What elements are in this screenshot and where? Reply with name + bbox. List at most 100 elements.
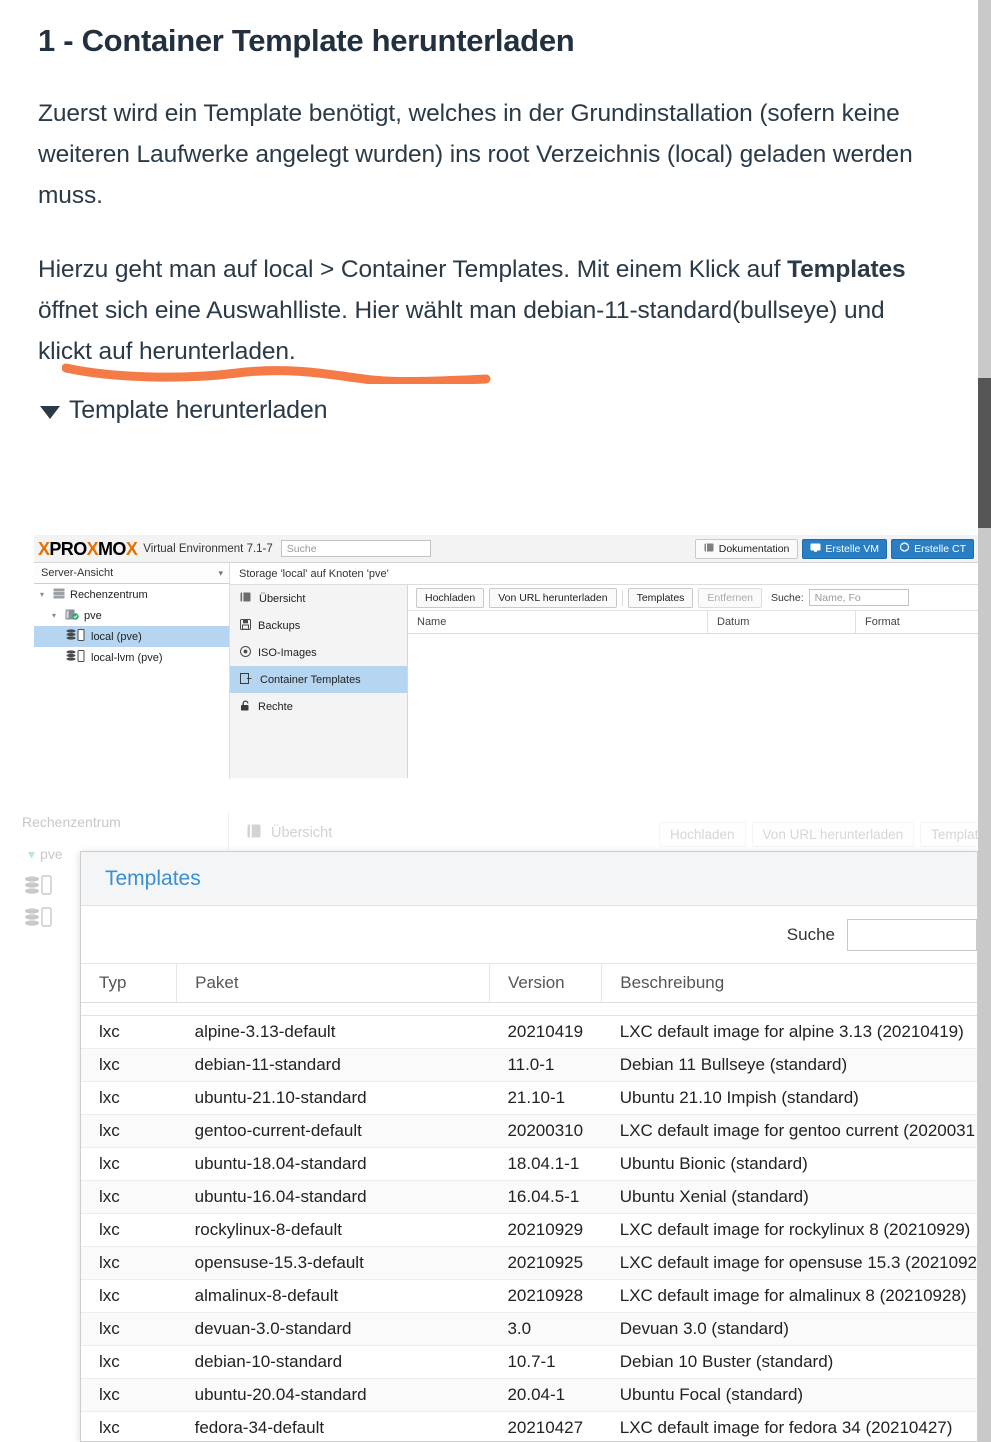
logo-text-pro: PRO <box>49 538 87 559</box>
page-title: 1 - Container Template herunterladen <box>38 23 575 58</box>
cell-paket: debian-10-standard <box>176 1345 490 1379</box>
tree-item-local[interactable]: local (pve) <box>34 626 229 647</box>
cell-beschreibung: Ubuntu Focal (standard) <box>601 1378 977 1412</box>
lock-icon <box>240 699 251 714</box>
nav-item-rechte[interactable]: Rechte <box>230 693 407 720</box>
cell-paket: ubuntu-20.04-standard <box>176 1378 490 1412</box>
cell-version: 16.04.5-1 <box>489 1180 602 1214</box>
document-page: 1 - Container Template herunterladen Zue… <box>0 0 991 1442</box>
table-row[interactable]: lxc ubuntu-18.04-standard 18.04.1-1 Ubun… <box>81 1147 977 1181</box>
remove-button: Entfernen <box>698 587 762 608</box>
upload-button[interactable]: Hochladen <box>416 587 485 608</box>
page-scrollbar-track[interactable] <box>978 0 991 1442</box>
column-header-paket[interactable]: Paket <box>176 964 490 1003</box>
cell-beschreibung: Debian 11 Bullseye (standard) <box>601 1048 977 1082</box>
global-search-input[interactable]: Suche <box>280 540 431 557</box>
table-row-partial-top <box>81 1002 977 1016</box>
nav-item-rechte-label: Rechte <box>258 700 293 713</box>
table-row[interactable]: lxc devuan-3.0-standard 3.0 Devuan 3.0 (… <box>81 1312 977 1346</box>
templates-button[interactable]: Templates <box>627 587 694 608</box>
grid-column-name[interactable]: Name <box>408 611 708 633</box>
proxmox-screenshot-storage-view: X PRO X MO X Virtual Environment 7.1-7 Suche… <box>34 535 978 779</box>
book-icon <box>704 543 715 555</box>
templates-table: Typ Paket Version Beschreibung lxc alpin… <box>81 964 977 1441</box>
nav-item-iso-images-label: ISO-Images <box>258 646 317 659</box>
cell-paket: devuan-3.0-standard <box>176 1312 490 1346</box>
cell-version: 20210419 <box>489 1015 602 1049</box>
tree-item-pve[interactable]: ▾ pve <box>34 605 229 626</box>
template-icon <box>240 672 253 687</box>
cell-paket: gentoo-current-default <box>176 1114 490 1148</box>
proxmox-top-bar: X PRO X MO X Virtual Environment 7.1-7 Suche… <box>34 535 978 563</box>
cell-beschreibung: Ubuntu Bionic (standard) <box>601 1147 977 1181</box>
cell-typ: lxc <box>81 1411 177 1441</box>
logo-x-left-icon: X <box>38 538 50 559</box>
nav-item-backups[interactable]: Backups <box>230 612 407 639</box>
table-row[interactable]: lxc opensuse-15.3-default 20210925 LXC d… <box>81 1246 977 1280</box>
grid-search-input[interactable]: Name, Fo <box>808 589 909 606</box>
resource-tree-panel: Server-Ansicht ▾ ▾ Rechenzentrum ▾ pve l… <box>34 563 230 779</box>
table-row[interactable]: lxc rockylinux-8-default 20210929 LXC de… <box>81 1213 977 1247</box>
column-header-typ[interactable]: Typ <box>81 964 178 1003</box>
background-upload-button: Hochladen <box>659 822 746 847</box>
grid-column-datum[interactable]: Datum <box>708 611 856 633</box>
cell-typ: lxc <box>81 1312 177 1346</box>
node-icon <box>65 609 79 623</box>
table-row[interactable]: lxc fedora-34-default 20210427 LXC defau… <box>81 1411 977 1441</box>
cell-version: 20210925 <box>489 1246 602 1280</box>
download-from-url-button[interactable]: Von URL herunterladen <box>489 587 617 608</box>
paragraph-bold-templates: Templates <box>787 256 906 284</box>
nav-item-container-templates[interactable]: Container Templates <box>230 666 407 693</box>
expand-arrow-icon: ▾ <box>28 845 36 862</box>
storage-content-panel: Hochladen Von URL herunterladen Template… <box>408 585 978 778</box>
logo-x-right-icon: X <box>125 538 138 559</box>
create-vm-button[interactable]: Erstelle VM <box>802 538 888 559</box>
nav-item-container-templates-label: Container Templates <box>260 673 361 686</box>
paragraph-instructions: Hierzu geht man auf local > Container Te… <box>38 249 938 372</box>
cell-version: 18.04.1-1 <box>489 1147 602 1181</box>
cell-typ: lxc <box>81 1279 177 1313</box>
table-row[interactable]: lxc debian-11-standard 11.0-1 Debian 11 … <box>81 1048 977 1082</box>
storage-icon <box>24 906 54 930</box>
table-row[interactable]: lxc almalinux-8-default 20210928 LXC def… <box>81 1279 977 1313</box>
documentation-button[interactable]: Dokumentation <box>694 538 799 559</box>
column-header-beschreibung[interactable]: Beschreibung <box>601 964 977 1003</box>
table-row[interactable]: lxc gentoo-current-default 20200310 LXC … <box>81 1114 977 1148</box>
cell-beschreibung: LXC default image for rockylinux 8 (2021… <box>601 1213 977 1247</box>
cell-paket: opensuse-15.3-default <box>176 1246 490 1280</box>
proxmox-logo: X PRO X MO X <box>38 538 138 559</box>
cell-version: 21.10-1 <box>489 1081 602 1115</box>
cell-paket: alpine-3.13-default <box>176 1015 490 1049</box>
background-download-url-button: Von URL herunterladen <box>751 822 915 847</box>
table-row[interactable]: lxc ubuntu-21.10-standard 21.10-1 Ubuntu… <box>81 1081 977 1115</box>
templates-search-input[interactable] <box>847 918 977 951</box>
expand-arrow-icon[interactable]: ▾ <box>40 590 48 599</box>
tree-item-local-lvm[interactable]: local-lvm (pve) <box>34 647 229 668</box>
page-scrollbar-thumb[interactable] <box>978 378 991 528</box>
background-nav-label: Übersicht <box>271 825 333 841</box>
monitor-icon <box>810 543 821 555</box>
tree-view-selector-label: Server-Ansicht <box>41 567 114 579</box>
tree-item-datacenter[interactable]: ▾ Rechenzentrum <box>34 584 229 605</box>
column-header-version[interactable]: Version <box>489 964 603 1003</box>
table-row[interactable]: lxc ubuntu-20.04-standard 20.04-1 Ubuntu… <box>81 1378 977 1412</box>
expand-arrow-icon[interactable]: ▾ <box>52 611 60 620</box>
table-row[interactable]: lxc ubuntu-16.04-standard 16.04.5-1 Ubun… <box>81 1180 977 1214</box>
cell-version: 20210929 <box>489 1213 602 1247</box>
create-ct-label: Erstelle CT <box>914 542 966 555</box>
templates-dialog-search-row: Suche <box>81 906 977 964</box>
search-label: Suche: <box>770 591 804 604</box>
cell-version: 20210928 <box>489 1279 602 1313</box>
table-row[interactable]: lxc debian-10-standard 10.7-1 Debian 10 … <box>81 1345 977 1379</box>
cell-typ: lxc <box>81 1246 177 1280</box>
nav-item-iso-images[interactable]: ISO-Images <box>230 639 407 666</box>
nav-item-uebersicht[interactable]: Übersicht <box>230 585 407 612</box>
book-icon <box>240 592 252 605</box>
storage-icon <box>66 650 86 665</box>
grid-column-format[interactable]: Format <box>856 611 976 633</box>
table-row[interactable]: lxc alpine-3.13-default 20210419 LXC def… <box>81 1015 977 1049</box>
tree-view-selector[interactable]: Server-Ansicht ▾ <box>34 563 229 584</box>
main-panel-columns: Übersicht Backups ISO-Images Container T… <box>230 585 978 778</box>
collapsible-section-header[interactable]: Template herunterladen <box>40 396 938 425</box>
create-ct-button[interactable]: Erstelle CT <box>891 538 974 559</box>
